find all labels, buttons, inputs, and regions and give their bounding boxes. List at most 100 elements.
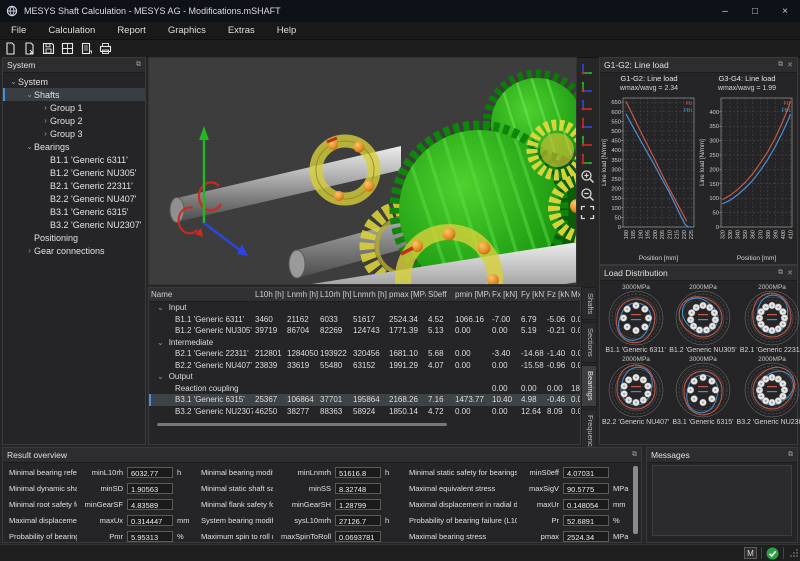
- table-row-b3-1-generic-6315[interactable]: B3.1 'Generic 6315'253671068643770119586…: [149, 394, 580, 406]
- column-header-name[interactable]: Name: [149, 288, 253, 301]
- new-file-button[interactable]: [3, 41, 18, 56]
- tree-item-group-1[interactable]: ›Group 1: [3, 101, 145, 114]
- view-yz-button[interactable]: [580, 61, 595, 76]
- result-value-field[interactable]: 27126.7: [335, 515, 381, 526]
- messages-panel: Messages ⧉: [646, 447, 798, 543]
- result-value-field[interactable]: 51616.8: [335, 467, 381, 478]
- table-row-reaction-coupling[interactable]: Reaction coupling0.000.000.001892.8: [149, 383, 580, 395]
- view-xz-button[interactable]: [580, 115, 595, 130]
- view-yx-button[interactable]: [580, 151, 595, 166]
- save-file-button[interactable]: [41, 41, 56, 56]
- menu-graphics[interactable]: Graphics: [157, 23, 217, 38]
- table-row-b3-2-generic-nu2307[interactable]: B3.2 'Generic NU2307'4625038277883635892…: [149, 406, 580, 418]
- new-window-button[interactable]: [60, 41, 75, 56]
- messages-toggle-button[interactable]: M: [744, 547, 757, 559]
- close-panel-icon[interactable]: ✕: [787, 269, 793, 277]
- resize-grip[interactable]: [790, 549, 798, 557]
- close-button[interactable]: ×: [770, 0, 800, 22]
- table-row-b1-2-generic-nu305[interactable]: B1.2 'Generic NU305'39719867048226912474…: [149, 325, 580, 337]
- tree-item-gear-connections[interactable]: ›Gear connections: [3, 244, 145, 257]
- tree-item-b2-1-generic-22311[interactable]: B2.1 'Generic 22311': [3, 179, 145, 192]
- menu-report[interactable]: Report: [106, 23, 157, 38]
- column-header-pmax-mpa[interactable]: pmax [MPa]: [387, 288, 426, 301]
- result-value-field[interactable]: 52.6891: [563, 515, 609, 526]
- result-value-field[interactable]: 0.314447: [127, 515, 173, 526]
- result-value-field[interactable]: 2524.34: [563, 531, 609, 542]
- result-value-field[interactable]: 1.90563: [127, 483, 173, 494]
- table-group-row-intermediate[interactable]: ⌄Intermediate: [149, 337, 580, 349]
- column-header-lnmh-h[interactable]: Lnmh [h]: [285, 288, 318, 301]
- float-panel-icon[interactable]: ⧉: [632, 451, 637, 459]
- column-header-l10rh-h[interactable]: L10rh [h]: [318, 288, 351, 301]
- result-value-field[interactable]: 8.32748: [335, 483, 381, 494]
- tree-item-b3-1-generic-6315[interactable]: B3.1 'Generic 6315': [3, 205, 145, 218]
- table-row-b2-2-generic-nu407[interactable]: B2.2 'Generic NU407'23839336195548063152…: [149, 360, 580, 372]
- tree-item-b3-2-generic-nu2307[interactable]: B3.2 'Generic NU2307': [3, 218, 145, 231]
- result-value-field[interactable]: 6032.77: [127, 467, 173, 478]
- result-value-field[interactable]: 4.83589: [127, 499, 173, 510]
- column-header-fy-kn[interactable]: Fy [kN]: [519, 288, 545, 301]
- float-panel-icon[interactable]: ⧉: [778, 269, 783, 277]
- column-header-lnmrh-h[interactable]: Lnmrh [h]: [351, 288, 387, 301]
- result-symbol: Pmr: [77, 532, 127, 541]
- tree-item-system[interactable]: ⌄System: [3, 75, 145, 88]
- result-unit: mm: [173, 516, 197, 525]
- menu-extras[interactable]: Extras: [217, 23, 266, 38]
- result-value-field[interactable]: 4.07031: [563, 467, 609, 478]
- view-zy-button[interactable]: [580, 79, 595, 94]
- table-row-b2-1-generic-22311[interactable]: B2.1 'Generic 22311'21280112840501939223…: [149, 348, 580, 360]
- table-row-b1-1-generic-6311[interactable]: B1.1 'Generic 6311'346021162603351617252…: [149, 314, 580, 326]
- maximize-button[interactable]: □: [740, 0, 770, 22]
- table-group-row-input[interactable]: ⌄Input: [149, 302, 580, 314]
- tree-item-shafts[interactable]: ⌄Shafts: [3, 88, 145, 101]
- result-label: Minimal flank safety for gears: [201, 500, 273, 509]
- side-tab-bearings[interactable]: Bearings: [581, 365, 597, 407]
- side-tab-shafts[interactable]: Shafts: [581, 287, 597, 320]
- minimize-button[interactable]: –: [710, 0, 740, 22]
- bearing-name: B3.1 'Generic 6315': [149, 395, 253, 404]
- load-distribution-plot-b2-2-generic-nu407: 2000MPaB2.2 'Generic NU407': [602, 354, 669, 426]
- column-header-mx-n[interactable]: Mx [N: [569, 288, 581, 301]
- svg-text:2000MPa: 2000MPa: [758, 356, 786, 363]
- zoom-out-button[interactable]: [580, 187, 595, 202]
- tree-item-b1-1-generic-6311[interactable]: B1.1 'Generic 6311': [3, 153, 145, 166]
- tree-item-group-2[interactable]: ›Group 2: [3, 114, 145, 127]
- menu-file[interactable]: File: [0, 23, 37, 38]
- tree-item-bearings[interactable]: ⌄Bearings: [3, 140, 145, 153]
- column-header-l10h-h[interactable]: L10h [h]: [253, 288, 285, 301]
- open-file-button[interactable]: [22, 41, 37, 56]
- column-header-fz-kn[interactable]: Fz [kN]: [545, 288, 569, 301]
- menu-help[interactable]: Help: [266, 23, 308, 38]
- horizontal-scrollbar[interactable]: [157, 423, 447, 426]
- line-load-panel-title: G1-G2: Line load: [604, 60, 669, 70]
- 3d-viewport[interactable]: [148, 57, 577, 285]
- view-xy-button[interactable]: [580, 133, 595, 148]
- column-header-fx-kn[interactable]: Fx [kN]: [490, 288, 519, 301]
- result-value-field[interactable]: 5.95313: [127, 531, 173, 542]
- bearing-name: Reaction coupling: [149, 384, 253, 393]
- float-panel-icon[interactable]: ⧉: [778, 61, 783, 69]
- side-tab-sections[interactable]: Sections: [581, 322, 597, 363]
- vertical-scrollbar[interactable]: [633, 466, 638, 534]
- print-button[interactable]: [98, 41, 113, 56]
- column-header-pmin-mpa[interactable]: pmin [MPa]: [453, 288, 490, 301]
- float-panel-icon[interactable]: ⧉: [136, 61, 141, 69]
- polar-plot: 2000MPa: [740, 354, 800, 420]
- menu-calculation[interactable]: Calculation: [37, 23, 106, 38]
- tree-item-group-3[interactable]: ›Group 3: [3, 127, 145, 140]
- zoom-fit-button[interactable]: [580, 205, 595, 220]
- result-value-field[interactable]: 1.28799: [335, 499, 381, 510]
- result-value-field[interactable]: 0.0693781: [335, 531, 381, 542]
- report-button[interactable]: [79, 41, 94, 56]
- table-group-row-output[interactable]: ⌄Output: [149, 371, 580, 383]
- result-value-field[interactable]: 90.5775: [563, 483, 609, 494]
- result-value-field[interactable]: 0.148054: [563, 499, 609, 510]
- zoom-in-button[interactable]: [580, 169, 595, 184]
- column-header-s0eff[interactable]: S0eff: [426, 288, 453, 301]
- tree-item-positioning[interactable]: Positioning: [3, 231, 145, 244]
- float-panel-icon[interactable]: ⧉: [788, 451, 793, 459]
- tree-item-b1-2-generic-nu305[interactable]: B1.2 'Generic NU305': [3, 166, 145, 179]
- tree-item-b2-2-generic-nu407[interactable]: B2.2 'Generic NU407': [3, 192, 145, 205]
- close-panel-icon[interactable]: ✕: [787, 61, 793, 69]
- view-zx-button[interactable]: [580, 97, 595, 112]
